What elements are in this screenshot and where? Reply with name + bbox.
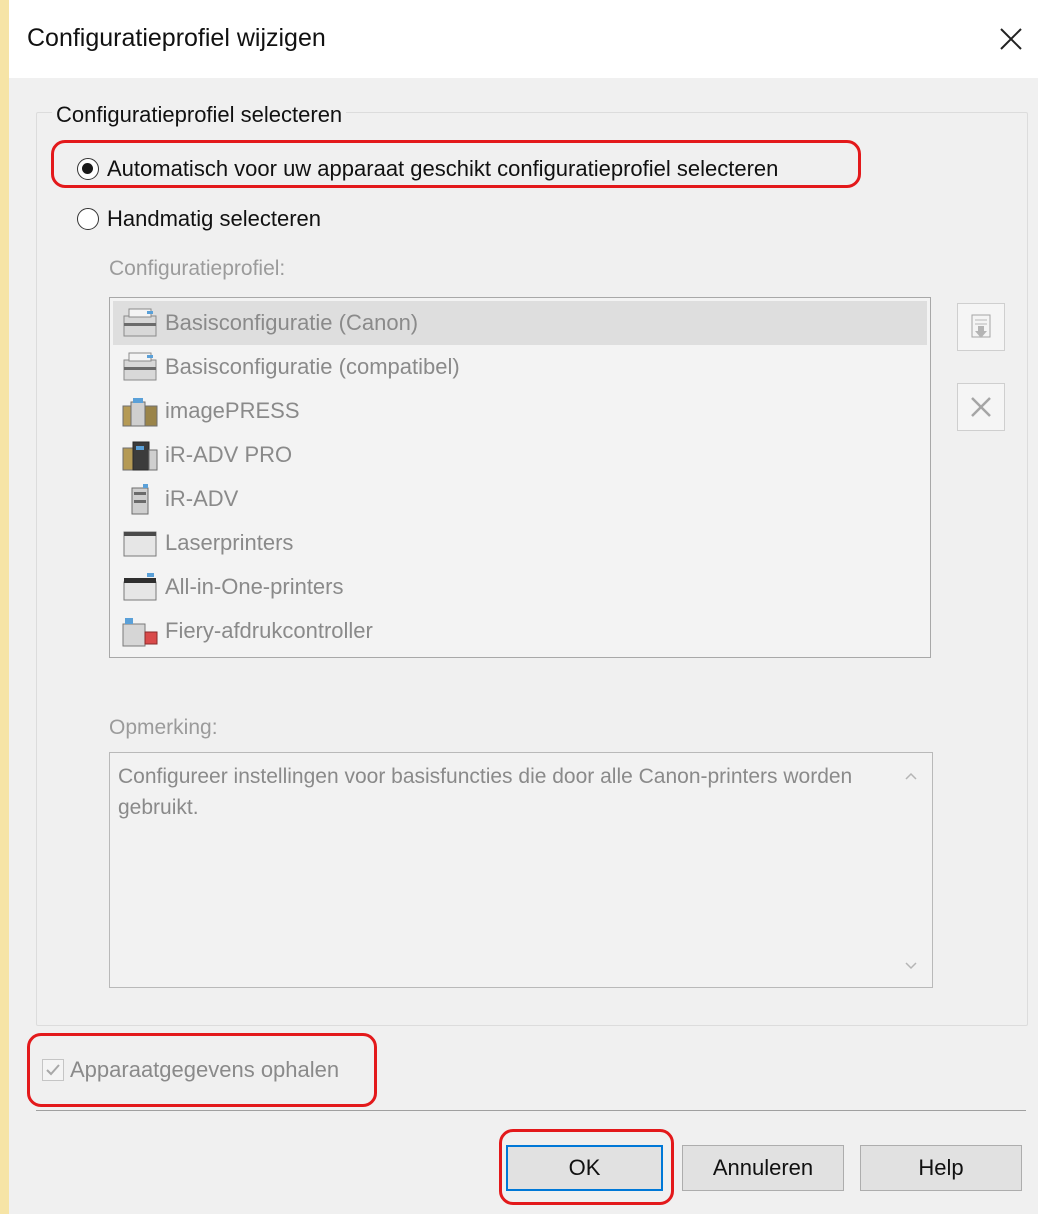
manual-select-label: Handmatig selecteren	[107, 206, 322, 231]
checkmark-icon	[46, 1064, 60, 1076]
device-info-label: Apparaatgegevens ophalen	[70, 1057, 340, 1082]
printer-icon	[120, 305, 160, 341]
device-info-option[interactable]: Apparaatgegevens ophalen	[42, 1057, 339, 1083]
list-item[interactable]: Fiery-afdrukcontroller	[113, 609, 927, 653]
memo-label: Opmerking:	[109, 716, 218, 739]
scroll-down-icon[interactable]	[898, 953, 924, 979]
close-icon	[1000, 28, 1022, 50]
close-button[interactable]	[990, 18, 1032, 60]
scroll-up-icon[interactable]	[898, 763, 924, 789]
list-item-label: Basisconfiguratie (Canon)	[165, 310, 419, 335]
list-item[interactable]: iR-ADV	[113, 477, 927, 521]
list-item-label: Fiery-afdrukcontroller	[165, 618, 373, 643]
group-legend: Configuratieprofiel selecteren	[52, 102, 347, 128]
auto-select-label: Automatisch voor uw apparaat geschikt co…	[107, 156, 779, 181]
manual-select-option[interactable]: Handmatig selecteren	[77, 206, 321, 232]
delete-button[interactable]	[957, 383, 1005, 431]
title-bar: Configuratieprofiel wijzigen	[9, 0, 1038, 78]
list-item[interactable]: iR-ADV PRO	[113, 433, 927, 477]
list-item[interactable]: Laserprinters	[113, 521, 927, 565]
fiery-controller-icon	[120, 613, 160, 649]
memo-box[interactable]: Configureer instellingen voor basisfunct…	[109, 752, 933, 988]
production-printer-icon	[120, 437, 160, 473]
printer-icon	[120, 349, 160, 385]
window-edge	[0, 0, 9, 1214]
all-in-one-printer-icon	[120, 569, 160, 605]
list-item-label: Basisconfiguratie (compatibel)	[165, 354, 460, 379]
profile-list-label: Configuratieprofiel:	[109, 257, 286, 280]
list-item-label: All-in-One-printers	[165, 574, 344, 599]
list-item-label: imagePRESS	[165, 398, 300, 423]
list-item-label: iR-ADV	[165, 486, 239, 511]
cancel-button[interactable]: Annuleren	[682, 1145, 844, 1191]
dialog: Configuratieprofiel wijzigen Configurati…	[9, 0, 1038, 1214]
ok-button[interactable]: OK	[506, 1145, 663, 1191]
memo-text: Configureer instellingen voor basisfunct…	[118, 765, 853, 819]
list-item-label: iR-ADV PRO	[165, 442, 293, 467]
auto-select-option[interactable]: Automatisch voor uw apparaat geschikt co…	[77, 156, 778, 182]
list-item[interactable]: All-in-One-printers	[113, 565, 927, 609]
list-item[interactable]: Basisconfiguratie (Canon)	[113, 301, 927, 345]
production-press-icon	[120, 393, 160, 429]
device-info-checkbox[interactable]	[42, 1059, 64, 1081]
multifunction-printer-icon	[120, 481, 160, 517]
profile-listbox[interactable]: Basisconfiguratie (Canon) Basisconfigura…	[109, 297, 931, 658]
dialog-title: Configuratieprofiel wijzigen	[27, 24, 326, 52]
laser-printer-icon	[120, 525, 160, 561]
list-item[interactable]: Basisconfiguratie (compatibel)	[113, 345, 927, 389]
list-item-label: Laserprinters	[165, 530, 294, 555]
delete-icon	[971, 397, 991, 417]
help-button[interactable]: Help	[860, 1145, 1022, 1191]
auto-select-radio[interactable]	[77, 158, 99, 180]
manual-select-radio[interactable]	[77, 208, 99, 230]
import-icon	[971, 314, 991, 338]
list-item[interactable]: imagePRESS	[113, 389, 927, 433]
separator	[36, 1110, 1026, 1111]
import-button[interactable]	[957, 303, 1005, 351]
